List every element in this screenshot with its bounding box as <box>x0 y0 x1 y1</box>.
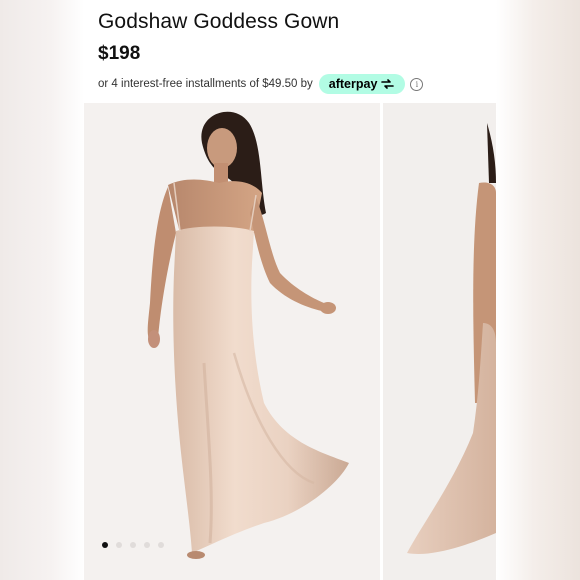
afterpay-badge[interactable]: afterpay <box>318 74 406 94</box>
gallery-dot-5[interactable] <box>158 542 164 548</box>
afterpay-label: afterpay <box>328 77 378 91</box>
gallery-dot-3[interactable] <box>130 542 136 548</box>
installments-row: or 4 interest-free installments of $49.5… <box>98 74 424 94</box>
gallery-dot-1[interactable] <box>102 542 108 548</box>
gallery-pagination <box>102 542 164 548</box>
image-gallery[interactable] <box>84 103 496 580</box>
gallery-dot-4[interactable] <box>144 542 150 548</box>
gallery-image-next[interactable] <box>383 103 496 580</box>
product-title: Godshaw Goddess Gown <box>98 10 340 33</box>
model-photo-front <box>147 111 349 559</box>
info-icon[interactable]: i <box>410 77 424 91</box>
model-photo-back <box>407 123 496 554</box>
product-price: $198 <box>98 43 141 64</box>
afterpay-arrows-icon <box>381 79 395 89</box>
installments-text: or 4 interest-free installments of $49.5… <box>98 78 313 90</box>
blurred-background-left <box>0 0 84 580</box>
blurred-background-right <box>496 0 580 580</box>
product-card: Godshaw Goddess Gown $198 or 4 interest-… <box>84 0 496 580</box>
gallery-image-main[interactable] <box>84 103 380 580</box>
gallery-dot-2[interactable] <box>116 542 122 548</box>
